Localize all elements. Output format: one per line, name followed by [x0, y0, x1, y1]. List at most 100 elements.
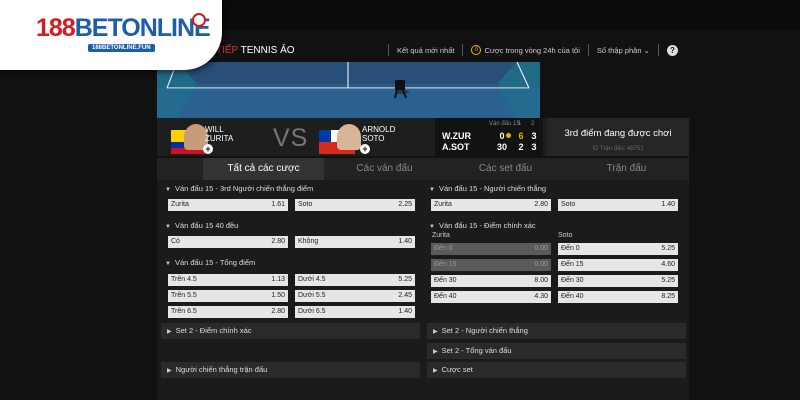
plus-icon[interactable]: + [203, 144, 213, 154]
help-icon[interactable]: ? [666, 44, 678, 56]
expand-arrow-icon: ▶ [433, 368, 438, 374]
selection-label: Đến 15 [434, 261, 457, 268]
selection-label: Đến 15 [561, 261, 584, 268]
selection-label: Trên 4.5 [171, 276, 197, 283]
odds-value: 1.40 [398, 308, 412, 315]
collapsed-market[interactable]: ▶ Set 2 - Người chiến thắng [427, 323, 686, 339]
divider [462, 44, 464, 56]
odds-value: 5.25 [661, 245, 675, 252]
odds-button[interactable]: Soto 1.40 [558, 199, 678, 211]
odds-button[interactable]: Trên 6.5 2.80 [168, 306, 288, 318]
away-player-name: ARNOLD SOTO [362, 125, 395, 143]
odds-button[interactable]: Zurita 1.61 [168, 199, 288, 211]
odds-button[interactable]: Dưới 6.5 1.40 [295, 306, 415, 318]
odds-format-dropdown[interactable]: Số thập phân ⌄ [597, 46, 650, 55]
collapsed-market[interactable]: ▶ Set 2 - Điểm chính xác [161, 323, 420, 339]
tab-match[interactable]: Trận đấu [566, 158, 687, 180]
odds-value: 1.13 [271, 276, 285, 283]
odds-value: 5.25 [661, 277, 675, 284]
odds-button[interactable]: Dưới 4.5 5.25 [295, 274, 415, 286]
market-header[interactable]: ▼ Ván đấu 15 - Tổng điểm [165, 256, 255, 270]
tab-sets[interactable]: Các set đấu [445, 158, 566, 180]
my-bets-24h-link[interactable]: Cược trong vòng 24h của tôi [484, 46, 579, 55]
page-title-accent: TIẾP [216, 45, 239, 56]
logo-word: BETONLINE [74, 14, 211, 42]
odds-button[interactable]: Đến 15 4.60 [558, 259, 678, 271]
odds-button[interactable]: Zurita 2.80 [431, 199, 551, 211]
market-header[interactable]: ▼ Ván đấu 15 - Điểm chính xác [429, 219, 536, 233]
column-label: Zurita [432, 232, 450, 239]
odds-format-label: Số thập phân [596, 45, 642, 55]
odds-button[interactable]: Soto 2.25 [295, 199, 415, 211]
collapsed-market[interactable]: ▶ Người chiến thắng trận đấu [161, 362, 420, 378]
expand-arrow-icon: ▶ [167, 329, 172, 335]
selection-label: Dưới 5.5 [298, 292, 326, 299]
odds-button[interactable]: Đến 30 8.00 [431, 275, 551, 287]
away-set2: 3 [531, 142, 537, 152]
selection-label: Soto [298, 201, 313, 208]
selection-label: Soto [561, 201, 576, 208]
market-header[interactable]: ▼ Ván đấu 15 - Người chiến thắng [429, 182, 546, 196]
collapse-arrow-icon: ▼ [165, 224, 171, 230]
collapsed-market[interactable]: ▶ Set 2 - Tổng ván đấu [427, 343, 686, 359]
collapsed-market[interactable]: ▶ Cược set [427, 362, 686, 378]
home-last-name: ZURITA [205, 134, 234, 143]
match-scoreboard: + WILL ZURITA VS + ARNOLD SOTO Ván đấu 15 … [157, 118, 689, 156]
odds-value: 2.80 [271, 238, 285, 245]
odds-button[interactable]: Trên 4.5 1.13 [168, 274, 288, 286]
tennis-ball-icon [192, 13, 206, 27]
page-title: TIẾP TENNIS ẢO [216, 45, 295, 56]
odds-value: 0.00 [534, 261, 548, 268]
selection-label: Đến 40 [561, 293, 584, 300]
odds-button[interactable]: Đến 40 8.25 [558, 291, 678, 303]
home-points: 0 [499, 131, 505, 141]
collapse-arrow-icon: ▼ [429, 187, 435, 193]
market-header[interactable]: ▼ Ván đấu 15 - 3rd Người chiến thắng điểm [165, 182, 313, 196]
odds-value: 2.80 [534, 201, 548, 208]
latest-results-link[interactable]: Kết quả mới nhất [397, 46, 454, 55]
market-title: Ván đấu 15 40 đều [174, 221, 239, 230]
set2-header: 2 [531, 121, 535, 127]
match-status: 3rd điểm đang được chơi ID Trận đấu: 487… [547, 118, 689, 156]
tab-games[interactable]: Các ván đấu [324, 158, 445, 180]
away-set1: 2 [518, 142, 524, 152]
away-points: 30 [496, 142, 507, 152]
header-links: Kết quả mới nhất 0 Cược trong vòng 24h c… [380, 41, 678, 59]
home-player-name: WILL ZURITA [205, 125, 233, 143]
market-title: Ván đấu 15 - Điểm chính xác [438, 221, 536, 230]
tennis-court-image [157, 62, 540, 118]
odds-value: 2.45 [398, 292, 412, 299]
market-title: Ván đấu 15 - Người chiến thắng [438, 184, 547, 193]
odds-button[interactable]: Trên 5.5 1.50 [168, 290, 288, 302]
odds-button[interactable]: Không 1.40 [295, 236, 415, 248]
collapse-arrow-icon: ▼ [165, 261, 171, 267]
odds-value: 2.25 [398, 201, 412, 208]
market-header[interactable]: ▼ Ván đấu 15 40 đều [165, 219, 238, 233]
tab-all-bets[interactable]: Tất cả các cược [203, 158, 324, 180]
selection-label: Dưới 6.5 [298, 308, 326, 315]
home-set2: 3 [531, 131, 537, 141]
market-title: Ván đấu 15 - Tổng điểm [174, 258, 256, 267]
selection-label: Đến 30 [561, 277, 584, 284]
expand-arrow-icon: ▶ [167, 368, 172, 374]
collapse-arrow-icon: ▼ [165, 187, 171, 193]
expand-arrow-icon: ▶ [433, 329, 438, 335]
logo-wordmark: 188BETONLINE [36, 14, 211, 43]
odds-button[interactable]: Có 2.80 [168, 236, 288, 248]
away-first-name: ARNOLD [362, 125, 396, 134]
market-title: Set 2 - Tổng ván đấu [441, 346, 512, 355]
odds-button[interactable]: Đến 40 4.30 [431, 291, 551, 303]
market-title: Ván đấu 15 - 3rd Người chiến thắng điểm [174, 184, 314, 193]
site-logo[interactable]: 188BETONLINE 188BETONLINE.FUN [0, 0, 222, 70]
odds-button[interactable]: Dưới 5.5 2.45 [295, 290, 415, 302]
home-first-name: WILL [205, 125, 224, 134]
odds-value: 5.25 [398, 276, 412, 283]
game-label: Ván đấu 15 [489, 121, 520, 127]
plus-icon[interactable]: + [360, 144, 370, 154]
selection-label: Dưới 4.5 [298, 276, 326, 283]
odds-value: 8.00 [534, 277, 548, 284]
odds-button[interactable]: Đến 30 5.25 [558, 275, 678, 287]
match-video-stream[interactable] [157, 62, 540, 118]
selection-label: Zurita [434, 201, 452, 208]
odds-button[interactable]: Đến 0 5.25 [558, 243, 678, 255]
